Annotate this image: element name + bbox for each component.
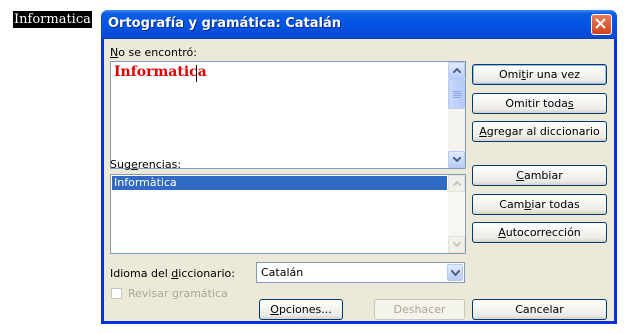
- change-button[interactable]: Cambiar: [472, 165, 607, 186]
- dropdown-button[interactable]: [447, 264, 463, 281]
- suggestions-list[interactable]: Informàtica: [110, 174, 466, 254]
- text-caret: [196, 65, 197, 82]
- dialog-title: Ortografía y gramática: Catalán: [108, 16, 341, 31]
- check-grammar-checkbox[interactable]: [111, 288, 122, 299]
- not-found-scrollbar[interactable]: [448, 62, 465, 168]
- not-found-label: No se encontró:: [110, 46, 197, 59]
- close-button[interactable]: [591, 14, 612, 35]
- suggestions-label: Sugerencias:: [110, 158, 182, 171]
- change-all-button[interactable]: Cambiar todas: [472, 194, 607, 215]
- selected-language: Catalán: [261, 266, 304, 279]
- arrow-down-icon: [453, 157, 461, 162]
- list-item[interactable]: Informàtica: [112, 176, 447, 190]
- dictionary-language-select[interactable]: Catalán: [256, 262, 465, 283]
- ignore-once-button[interactable]: Omitir una vez: [472, 64, 607, 85]
- suggestions-scrollbar[interactable]: [448, 175, 465, 253]
- dictionary-language-label: Idioma del diccionario:: [110, 267, 235, 280]
- add-to-dictionary-button[interactable]: Agregar al diccionario: [472, 121, 607, 142]
- title-bar[interactable]: Ortografía y gramática: Catalán: [101, 10, 617, 39]
- undo-button[interactable]: Deshacer: [374, 299, 465, 320]
- scroll-up-button[interactable]: [448, 175, 465, 192]
- ignore-all-button[interactable]: Omitir todas: [472, 93, 607, 114]
- autocorrect-button[interactable]: Autocorrección: [472, 222, 607, 243]
- cancel-button[interactable]: Cancelar: [472, 299, 607, 320]
- options-button[interactable]: Opciones...: [259, 299, 343, 320]
- check-grammar-label: Revisar gramática: [128, 287, 228, 300]
- scroll-down-button[interactable]: [448, 236, 465, 253]
- scroll-down-button[interactable]: [448, 151, 465, 168]
- arrow-down-icon: [453, 242, 461, 247]
- close-icon: [595, 18, 606, 29]
- scroll-up-button[interactable]: [448, 62, 465, 79]
- misspelled-word-text: Informatica: [114, 64, 207, 80]
- dialog-body: No se encontró: Informatica Sugerencias:…: [104, 39, 614, 321]
- chevron-down-icon: [451, 270, 460, 276]
- arrow-up-icon: [453, 181, 461, 186]
- spelling-grammar-dialog: Ortografía y gramática: Catalán No se en…: [101, 10, 617, 324]
- document-misspelled-word: Informatica: [13, 11, 92, 28]
- arrow-up-icon: [453, 68, 461, 73]
- not-found-textbox[interactable]: Informatica: [110, 61, 466, 169]
- scroll-thumb[interactable]: [448, 79, 465, 109]
